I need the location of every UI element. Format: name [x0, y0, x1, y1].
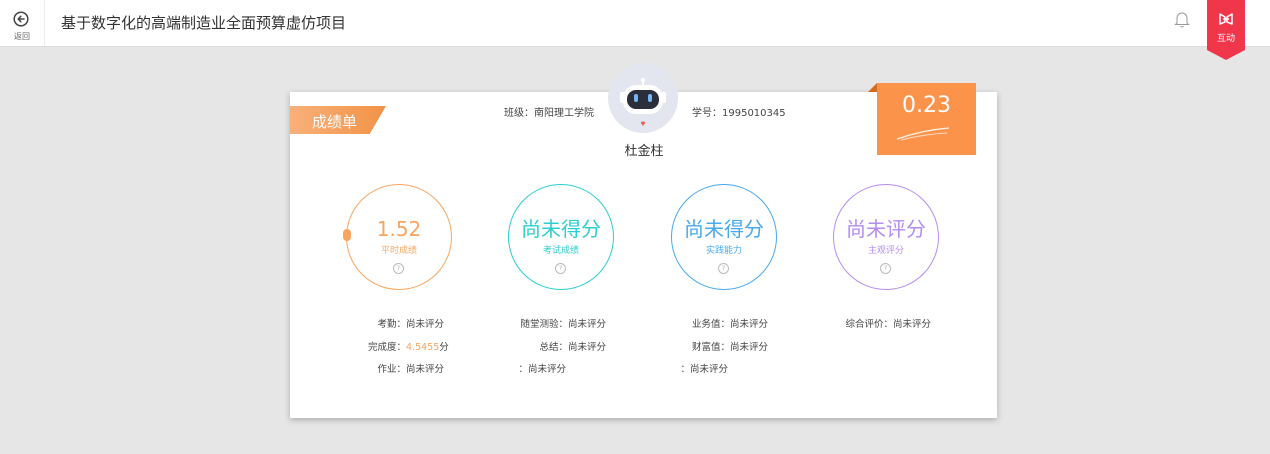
- detail-key: 完成度：: [367, 342, 406, 353]
- student-no-label: 学号：: [692, 108, 722, 119]
- detail-key: 随堂测验：: [520, 319, 568, 330]
- detail-key: 综合评价：: [845, 319, 893, 330]
- detail-key: ：: [680, 364, 690, 375]
- detail-key: ：: [518, 364, 528, 375]
- interact-icon: [1219, 13, 1233, 25]
- usual-score-circle: 1.52 平时成绩 ?: [343, 184, 452, 290]
- practice-score-circle: 尚未得分 实践能力 ?: [671, 184, 777, 290]
- detail-value: 尚未评分: [528, 364, 567, 375]
- circle-label: 考试成绩: [542, 246, 579, 256]
- detail-unit: 分: [439, 342, 449, 353]
- swoosh-decoration: [896, 127, 950, 141]
- detail-row: ：尚未评分: [652, 361, 728, 375]
- detail-value: 4.5455: [406, 342, 440, 353]
- report-card: 成绩单 班级：南阳理工学院 学号：1995010345 杜金柱 0.23 1.5…: [290, 63, 997, 418]
- question-icon[interactable]: ?: [393, 263, 404, 274]
- detail-value: 尚未评分: [406, 364, 445, 375]
- student-no-value: 1995010345: [722, 108, 786, 119]
- detail-key: 总结：: [539, 342, 568, 353]
- detail-row: 作业：尚未评分: [330, 361, 444, 375]
- total-score-box: 0.23: [868, 83, 976, 155]
- detail-row: 完成度：4.5455分: [330, 339, 449, 353]
- arrow-left-circle-icon: [13, 11, 29, 27]
- interact-label: 互动: [1216, 34, 1235, 44]
- detail-value: 尚未评分: [568, 342, 607, 353]
- circle-label: 实践能力: [705, 246, 742, 256]
- circle-value: 尚未评分: [846, 217, 926, 241]
- circle-value: 尚未得分: [521, 217, 601, 241]
- detail-key: 财富值：: [691, 342, 730, 353]
- detail-row: 财富值：尚未评分: [652, 339, 768, 353]
- class-value: 南阳理工学院: [534, 108, 594, 119]
- subjective-score-circle: 尚未评分 主观评分 ?: [833, 184, 939, 290]
- report-tag: 成绩单: [290, 106, 386, 134]
- class-label: 班级：: [504, 108, 534, 119]
- class-info: 班级：南阳理工学院: [504, 104, 594, 119]
- question-icon[interactable]: ?: [880, 263, 891, 274]
- exam-score-circle: 尚未得分 考试成绩 ?: [508, 184, 614, 290]
- detail-value: 尚未评分: [893, 319, 932, 330]
- detail-row: 随堂测验：尚未评分: [490, 316, 606, 330]
- detail-key: 考勤：: [377, 319, 406, 330]
- detail-row: 综合评价：尚未评分: [815, 316, 931, 330]
- circle-label: 平时成绩: [380, 246, 417, 256]
- page-title: 基于数字化的高端制造业全面预算虚仿项目: [61, 14, 347, 32]
- detail-key: 业务值：: [691, 319, 730, 330]
- interact-button[interactable]: 互动: [1207, 0, 1245, 60]
- question-icon[interactable]: ?: [718, 263, 729, 274]
- detail-value: 尚未评分: [690, 364, 729, 375]
- circle-value: 1.52: [376, 217, 422, 241]
- total-score: 0.23: [902, 93, 951, 118]
- student-name: 杜金柱: [624, 144, 664, 159]
- report-tag-label: 成绩单: [312, 113, 358, 131]
- circle-value: 尚未得分: [684, 217, 764, 241]
- circle-label: 主观评分: [867, 246, 904, 256]
- top-bar: 返回 基于数字化的高端制造业全面预算虚仿项目 互动: [0, 0, 1270, 60]
- detail-row: ：尚未评分: [490, 361, 566, 375]
- robot-avatar-icon: [608, 63, 678, 133]
- detail-row: 业务值：尚未评分: [652, 316, 768, 330]
- question-icon[interactable]: ?: [555, 263, 566, 274]
- bell-icon[interactable]: [1174, 10, 1190, 28]
- detail-value: 尚未评分: [406, 319, 445, 330]
- detail-row: 考勤：尚未评分: [330, 316, 444, 330]
- detail-value: 尚未评分: [730, 342, 769, 353]
- back-label: 返回: [14, 32, 30, 41]
- student-no-info: 学号：1995010345: [692, 104, 786, 119]
- detail-value: 尚未评分: [568, 319, 607, 330]
- detail-row: 总结：尚未评分: [490, 339, 606, 353]
- back-button[interactable]: 返回: [0, 0, 45, 46]
- detail-key: 作业：: [377, 364, 406, 375]
- detail-value: 尚未评分: [730, 319, 769, 330]
